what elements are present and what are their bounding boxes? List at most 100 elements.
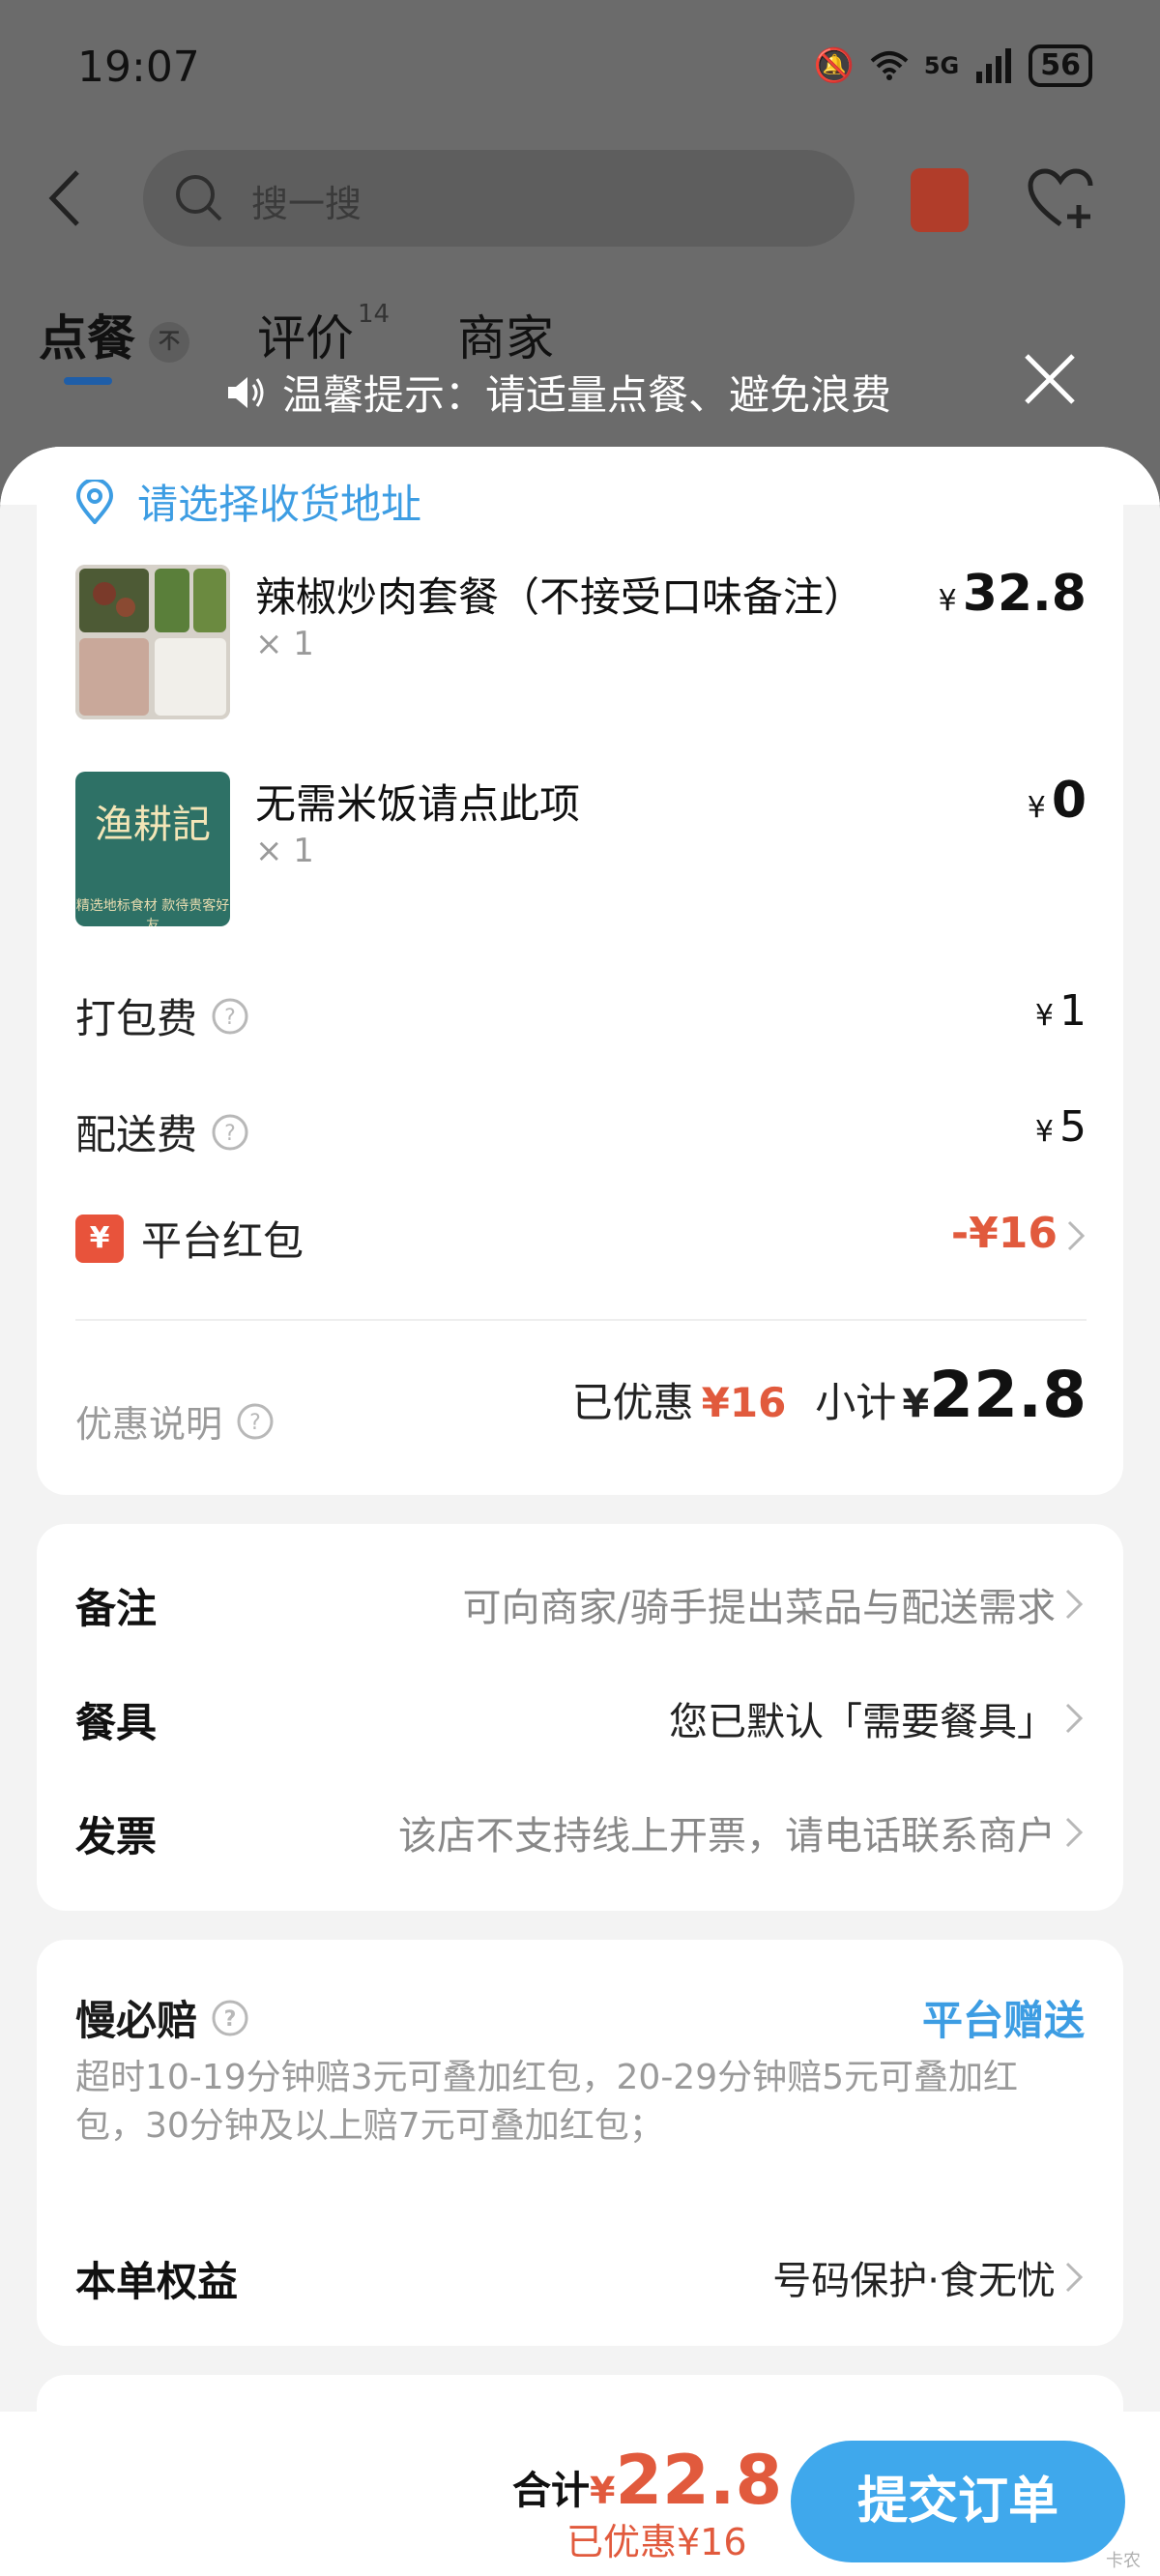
item-price-value: 0 <box>1051 772 1087 830</box>
delivery-fee-value: ¥5 <box>1035 1102 1087 1152</box>
saved-amount: ¥16 <box>701 1379 787 1426</box>
signal-icon <box>976 48 1012 83</box>
note-row[interactable]: 备注 可向商家/骑手提出菜品与配送需求 <box>75 1576 1085 1634</box>
search-input[interactable]: 搜一搜 <box>143 150 855 247</box>
thumb-logo-text: 渔耕記 <box>95 803 211 847</box>
item-qty: × 1 <box>255 625 314 663</box>
note-value: 可向商家/骑手提出菜品与配送需求 <box>462 1586 1056 1630</box>
address-selector[interactable]: 请选择收货地址 <box>75 472 421 531</box>
subtotal-label: 小计 <box>815 1379 897 1426</box>
search-icon <box>176 175 222 221</box>
search-placeholder: 搜一搜 <box>251 183 362 225</box>
close-icon[interactable] <box>1019 348 1081 410</box>
chevron-right-icon <box>1065 1703 1084 1734</box>
coupon-icon: ¥ <box>75 1214 124 1263</box>
list-item: 渔耕記 精选地标食材 款待贵客好友 无需米饭请点此项 × 1 ¥0 <box>75 772 1087 932</box>
summary-amounts: 已优惠 ¥16 小计 ¥ 22.8 <box>572 1358 1087 1432</box>
order-options-card: 备注 可向商家/骑手提出菜品与配送需求 餐具 您已默认「需要餐具」 发票 该店不… <box>37 1524 1123 1911</box>
slow-guarantee-desc: 超时10-19分钟赔3元可叠加红包，20-29分钟赔5元可叠加红包，30分钟及以… <box>75 2058 1019 2146</box>
total-price: 合计 ¥ 22.8 <box>512 2441 782 2520</box>
red-packet-label: 平台红包 <box>141 1217 304 1265</box>
tab-reviews-count: 14 <box>358 300 391 329</box>
list-item: 辣椒炒肉套餐（不接受口味备注） × 1 ¥32.8 <box>75 565 1087 725</box>
packing-fee-amount: 1 <box>1059 986 1087 1036</box>
tab-merchant[interactable]: 商家 <box>457 300 554 369</box>
yen-sign: ¥ <box>938 584 957 618</box>
help-icon[interactable]: ? <box>211 1113 249 1152</box>
red-packet-value: -¥16 <box>951 1209 1087 1258</box>
invoice-row[interactable]: 发票 该店不支持线上开票，请电话联系商户 <box>75 1804 1085 1862</box>
yen-sign: ¥ <box>1027 791 1046 825</box>
tableware-row[interactable]: 餐具 您已默认「需要餐具」 <box>75 1690 1085 1748</box>
chevron-right-icon <box>1065 1589 1084 1620</box>
item-price-value: 32.8 <box>962 565 1087 623</box>
invoice-value: 该店不支持线上开票，请电话联系商户 <box>398 1814 1056 1859</box>
tab-order-label: 点餐 <box>39 310 135 366</box>
order-sheet: 请选择收货地址 辣椒炒肉套餐（不接受口味备注） × 1 ¥32.8 渔耕記 精选… <box>0 447 1160 2576</box>
divider <box>75 1319 1087 1321</box>
delivery-fee-label: 配送费 <box>75 1111 198 1158</box>
status-time: 19:07 <box>77 43 200 92</box>
meal-image <box>75 565 230 719</box>
item-name: 辣椒炒肉套餐（不接受口味备注） <box>255 573 865 621</box>
help-icon: ? <box>237 1403 274 1439</box>
order-rights-label: 本单权益 <box>75 2258 239 2305</box>
total-saved: 已优惠¥16 <box>566 2521 747 2563</box>
platform-gift-tag: 平台赠送 <box>921 1997 1085 2044</box>
address-label: 请选择收货地址 <box>137 481 422 528</box>
status-icons: 🔕 5G 56 <box>813 44 1092 87</box>
tab-bar: 点餐不 评价 14 商家 <box>39 300 622 385</box>
food-thumbnail[interactable]: 渔耕記 精选地标食材 款待贵客好友 <box>75 772 230 926</box>
order-rights-row[interactable]: 本单权益 号码保护·食无忧 <box>75 2249 1085 2307</box>
tab-active-indicator <box>64 377 112 385</box>
back-icon[interactable] <box>39 164 97 232</box>
slow-guarantee-title: 慢必赔 ? <box>75 1988 249 2047</box>
delivery-fee-label-wrap: 配送费 ? <box>75 1102 249 1161</box>
top-bar: 搜一搜 <box>0 145 1160 251</box>
red-packet-label-wrap: ¥ 平台红包 <box>75 1209 304 1268</box>
total-yen: ¥ <box>590 2470 616 2512</box>
tab-order[interactable]: 点餐不 <box>39 300 189 385</box>
corner-watermark: 卡农 <box>1106 2551 1141 2571</box>
order-rights-value-wrap: 号码保护·食无忧 <box>772 2249 1085 2305</box>
network-label: 5G <box>923 52 960 79</box>
invoice-value-wrap: 该店不支持线上开票，请电话联系商户 <box>398 1804 1085 1860</box>
wifi-icon <box>870 51 909 80</box>
submit-order-button[interactable]: 提交订单 <box>791 2441 1125 2562</box>
discount-note[interactable]: 优惠说明 ? <box>75 1394 275 1448</box>
packing-fee-value: ¥1 <box>1035 986 1087 1036</box>
slow-guarantee-label: 慢必赔 <box>75 1997 198 2044</box>
svg-text:?: ? <box>224 1006 236 1030</box>
subtotal-amount: 22.8 <box>929 1358 1087 1432</box>
svg-text:?: ? <box>224 2007 237 2032</box>
speaker-icon <box>228 376 264 408</box>
status-bar: 19:07 🔕 5G 56 <box>0 0 1160 135</box>
invoice-label: 发票 <box>75 1813 158 1860</box>
tab-reviews[interactable]: 评价 14 <box>257 300 390 369</box>
subtotal-yen: ¥ <box>902 1382 930 1426</box>
yen-sign: ¥ <box>1034 1115 1054 1149</box>
item-name: 无需米饭请点此项 <box>255 780 581 828</box>
svg-text:?: ? <box>224 1122 236 1146</box>
tableware-value: 您已默认「需要餐具」 <box>669 1700 1056 1744</box>
yen-sign: ¥ <box>1034 999 1054 1033</box>
battery-indicator: 56 <box>1029 44 1092 87</box>
svg-text:?: ? <box>249 1411 261 1435</box>
help-icon[interactable]: ? <box>211 1999 249 2037</box>
tab-reviews-label: 评价 <box>257 310 354 366</box>
tip-text: 温馨提示：请适量点餐、避免浪费 <box>282 371 892 419</box>
price-summary: 优惠说明 ? 已优惠 ¥16 小计 ¥ 22.8 <box>75 1358 1087 1454</box>
note-label: 备注 <box>75 1585 158 1632</box>
checkout-bar: 合计 ¥ 22.8 已优惠¥16 提交订单 卡农 <box>0 2412 1160 2576</box>
mute-icon: 🔕 <box>813 46 855 85</box>
total-label: 合计 <box>512 2469 590 2513</box>
total-amount: 22.8 <box>615 2441 783 2520</box>
favorite-add-icon[interactable] <box>1027 168 1094 230</box>
red-packet-amount: -¥16 <box>950 1209 1058 1258</box>
help-icon[interactable]: ? <box>211 997 249 1036</box>
food-thumbnail[interactable] <box>75 565 230 719</box>
tab-order-badge: 不 <box>149 321 189 363</box>
platform-red-packet-row[interactable]: ¥ 平台红包 -¥16 <box>75 1209 1087 1267</box>
red-packet-icon[interactable] <box>911 168 969 232</box>
guarantee-card: 慢必赔 ? 平台赠送 超时10-19分钟赔3元可叠加红包，20-29分钟赔5元可… <box>37 1940 1123 2346</box>
